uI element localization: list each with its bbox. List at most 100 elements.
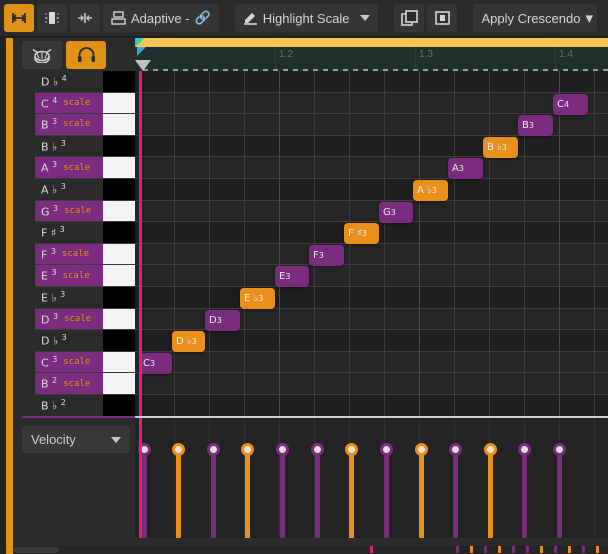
velocity-stem[interactable] bbox=[211, 450, 216, 538]
velocity-handle[interactable] bbox=[380, 443, 393, 456]
midi-note[interactable]: C 4 bbox=[553, 93, 588, 115]
midi-note[interactable]: G 3 bbox=[379, 201, 413, 223]
velocity-handle[interactable] bbox=[311, 443, 324, 456]
highlight-scale-button[interactable]: Highlight Scale bbox=[234, 4, 379, 32]
playhead-line[interactable] bbox=[139, 71, 142, 416]
velocity-stem[interactable] bbox=[488, 450, 493, 538]
grid-row[interactable] bbox=[135, 287, 608, 309]
scrollbar-thumb[interactable] bbox=[13, 547, 59, 553]
velocity-stem[interactable] bbox=[384, 450, 389, 538]
piano-key-row[interactable]: B 2 scale bbox=[35, 373, 135, 395]
velocity-handle[interactable] bbox=[449, 443, 462, 456]
key-name-cell[interactable]: B ♭ 2 bbox=[35, 395, 103, 417]
piano-key-row[interactable]: E ♭ 3 bbox=[35, 287, 135, 309]
piano-key-row[interactable]: B ♭ 3 bbox=[35, 135, 135, 158]
piano-key-tone[interactable] bbox=[103, 179, 135, 201]
grid-row[interactable] bbox=[135, 71, 608, 93]
velocity-grid[interactable] bbox=[135, 418, 608, 538]
midi-note[interactable]: F 3 bbox=[309, 244, 344, 266]
velocity-handle[interactable] bbox=[518, 443, 531, 456]
grid-row[interactable] bbox=[135, 373, 608, 395]
timeline-ruler[interactable]: 1.2 1.3 1.4 bbox=[135, 38, 608, 71]
piano-key-tone[interactable] bbox=[103, 351, 135, 374]
key-name-cell[interactable]: B 2 scale bbox=[35, 373, 103, 395]
headphones-button[interactable] bbox=[66, 40, 106, 69]
velocity-handle[interactable] bbox=[484, 443, 497, 456]
midi-note[interactable]: D 3 bbox=[205, 309, 240, 331]
velocity-stem[interactable] bbox=[176, 450, 181, 538]
apply-crescendo-button[interactable]: Apply Crescendo ▾ bbox=[473, 4, 597, 32]
velocity-handle[interactable] bbox=[241, 443, 254, 456]
piano-key-tone[interactable] bbox=[103, 265, 135, 287]
piano-key-tone[interactable] bbox=[103, 114, 135, 136]
key-name-cell[interactable]: E 3 scale bbox=[35, 265, 103, 287]
velocity-handle[interactable] bbox=[415, 443, 428, 456]
piano-key-row[interactable]: C 3 scale bbox=[35, 351, 135, 374]
piano-key-row[interactable]: B 3 scale bbox=[35, 114, 135, 136]
velocity-handle[interactable] bbox=[345, 443, 358, 456]
piano-key-row[interactable]: D ♭ 3 bbox=[35, 330, 135, 352]
note-align-button[interactable] bbox=[70, 4, 100, 32]
note-split-button[interactable] bbox=[37, 4, 67, 32]
piano-key-row[interactable]: F 3 scale bbox=[35, 243, 135, 266]
midi-note[interactable]: E 3 bbox=[275, 266, 309, 288]
piano-key-tone[interactable] bbox=[103, 92, 135, 115]
midi-note[interactable]: D ♭ 3 bbox=[172, 331, 205, 353]
piano-key-tone[interactable] bbox=[103, 243, 135, 266]
velocity-stem[interactable] bbox=[557, 450, 562, 538]
velocity-stem[interactable] bbox=[349, 450, 354, 538]
midi-note[interactable]: C 3 bbox=[139, 352, 172, 374]
grid-row[interactable] bbox=[135, 200, 608, 223]
piano-key-tone[interactable] bbox=[103, 200, 135, 223]
piano-key-tone[interactable] bbox=[103, 71, 135, 93]
velocity-stem[interactable] bbox=[453, 450, 458, 538]
piano-key-row[interactable]: F ♯ 3 bbox=[35, 222, 135, 244]
grid-row[interactable] bbox=[135, 135, 608, 158]
velocity-stem[interactable] bbox=[280, 450, 285, 538]
key-name-cell[interactable]: D 3 scale bbox=[35, 308, 103, 331]
piano-key-tone[interactable] bbox=[103, 308, 135, 331]
piano-key-tone[interactable] bbox=[103, 330, 135, 352]
piano-key-tone[interactable] bbox=[103, 287, 135, 309]
playhead-triangle-icon[interactable] bbox=[135, 60, 151, 71]
grid-row[interactable] bbox=[135, 395, 608, 416]
midi-note[interactable]: B 3 bbox=[518, 115, 553, 137]
midi-note[interactable]: E ♭ 3 bbox=[240, 288, 275, 309]
velocity-handle[interactable] bbox=[276, 443, 289, 456]
key-name-cell[interactable]: B 3 scale bbox=[35, 114, 103, 136]
key-name-cell[interactable]: B ♭ 3 bbox=[35, 135, 103, 158]
key-name-cell[interactable]: A ♭ 3 bbox=[35, 179, 103, 201]
piano-key-row[interactable]: B ♭ 2 bbox=[35, 395, 135, 417]
mirror-button[interactable] bbox=[427, 4, 458, 32]
grid-row[interactable] bbox=[135, 243, 608, 266]
piano-key-tone[interactable] bbox=[103, 395, 135, 417]
key-name-cell[interactable]: G 3 scale bbox=[35, 200, 103, 223]
note-grid[interactable]: C 3D ♭ 3D 3E ♭ 3E 3F 3F ♯ 3G 3A ♭ 3A 3B … bbox=[135, 71, 608, 416]
piano-key-row[interactable]: C 4 scale bbox=[35, 92, 135, 115]
piano-key-tone[interactable] bbox=[103, 373, 135, 395]
velocity-stem[interactable] bbox=[142, 450, 147, 538]
grid-row[interactable] bbox=[135, 351, 608, 374]
grid-row[interactable] bbox=[135, 330, 608, 352]
chevron-down-icon[interactable] bbox=[111, 436, 121, 443]
midi-note[interactable]: A 3 bbox=[448, 158, 483, 180]
ruler-loop-bar[interactable] bbox=[135, 38, 608, 47]
adaptive-grid-button[interactable]: Adaptive - 🔗 bbox=[103, 4, 219, 32]
grid-row[interactable] bbox=[135, 179, 608, 201]
velocity-handle[interactable] bbox=[172, 443, 185, 456]
midi-note[interactable]: B ♭ 3 bbox=[483, 136, 518, 158]
playhead-flag-icon[interactable] bbox=[137, 47, 146, 56]
piano-key-tone[interactable] bbox=[103, 135, 135, 158]
grid-row[interactable] bbox=[135, 92, 608, 115]
piano-key-row[interactable]: E 3 scale bbox=[35, 265, 135, 287]
piano-key-row[interactable]: A 3 scale bbox=[35, 157, 135, 179]
piano-key-row[interactable]: D ♭ 4 bbox=[35, 71, 135, 93]
key-name-cell[interactable]: E ♭ 3 bbox=[35, 287, 103, 309]
grid-row[interactable] bbox=[135, 265, 608, 287]
chevron-down-icon[interactable]: ▾ bbox=[585, 11, 593, 26]
key-name-cell[interactable]: F 3 scale bbox=[35, 243, 103, 266]
piano-key-tone[interactable] bbox=[103, 222, 135, 244]
velocity-stem[interactable] bbox=[522, 450, 527, 538]
snap-to-grid-button[interactable] bbox=[4, 4, 34, 32]
piano-key-row[interactable]: A ♭ 3 bbox=[35, 179, 135, 201]
